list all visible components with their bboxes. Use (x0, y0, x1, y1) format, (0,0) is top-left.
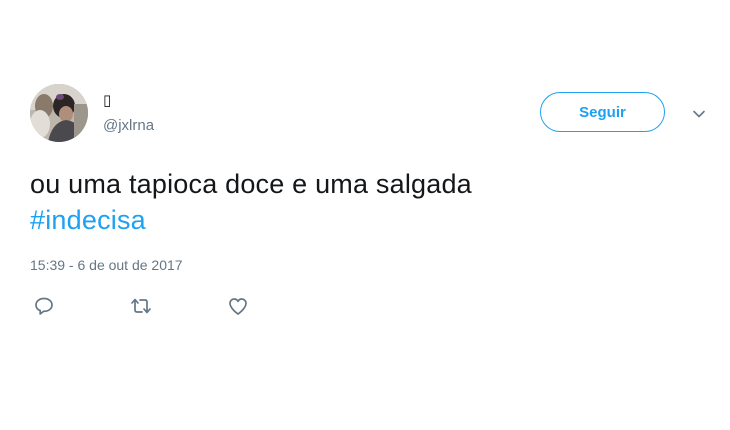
tweet-text: ou uma tapioca doce e uma salgada #indec… (30, 166, 690, 238)
timestamp[interactable]: 15:39 - 6 de out de 2017 (30, 256, 183, 274)
retweet-icon[interactable] (129, 294, 153, 318)
tweet-card: ▯ @jxlrna Seguir ou uma tapioca doce e u… (0, 0, 730, 430)
avatar[interactable] (30, 84, 88, 142)
display-name[interactable]: ▯ (103, 92, 111, 110)
heart-icon[interactable] (226, 294, 250, 318)
tweet-text-line: ou uma tapioca doce e uma salgada (30, 169, 472, 199)
hashtag-link[interactable]: #indecisa (30, 202, 690, 238)
reply-icon[interactable] (32, 294, 56, 318)
profile-photo-icon (30, 84, 88, 142)
username-handle[interactable]: @jxlrna (103, 117, 154, 135)
follow-button[interactable]: Seguir (540, 92, 665, 132)
chevron-down-icon[interactable] (690, 105, 708, 123)
